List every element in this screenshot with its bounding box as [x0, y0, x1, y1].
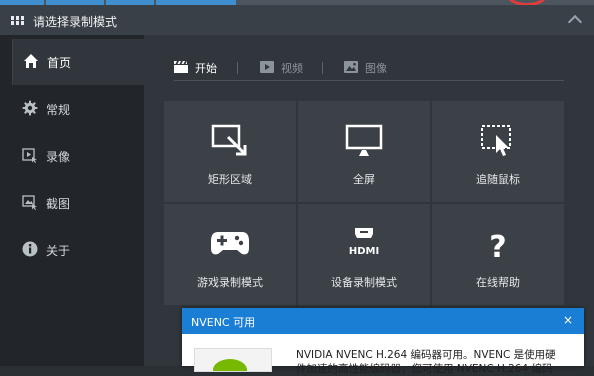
mode-label: 矩形区域 — [208, 173, 252, 186]
mode-tile-game[interactable]: 游戏录制模式 — [164, 204, 296, 305]
monitor-icon — [345, 124, 383, 156]
follow-mouse-icon — [481, 125, 511, 156]
clapperboard-icon — [174, 61, 188, 73]
gear-icon — [22, 100, 38, 116]
sidebar-item-home[interactable]: 首页 — [12, 39, 145, 85]
sidebar-item-recording[interactable]: 录像 — [0, 133, 144, 179]
mode-label: 设备录制模式 — [331, 276, 397, 289]
sidebar-item-label: 常规 — [46, 103, 71, 117]
nvenc-dialog: NVENC 可用 × NVIDIA NVENC H.264 编码器可用。NVEN… — [182, 308, 584, 375]
tab-image[interactable]: 图像 — [344, 59, 404, 77]
mode-label: 追随鼠标 — [476, 173, 520, 186]
tab-bar: 开始 视频 图像 — [174, 59, 564, 81]
tab-start[interactable]: 开始 — [174, 59, 234, 77]
sidebar-item-label: 首页 — [47, 56, 72, 70]
screenshot-icon — [22, 195, 37, 210]
svg-text:HDMI: HDMI — [349, 246, 379, 257]
mode-panel-titlebar: 请选择录制模式 — [0, 5, 594, 35]
mode-tile-device[interactable]: HDMI 设备录制模式 — [298, 204, 430, 305]
tab-video[interactable]: 视频 — [260, 59, 320, 77]
home-icon — [24, 54, 38, 68]
tab-separator — [237, 62, 238, 74]
tab-label: 视频 — [281, 62, 303, 75]
sidebar-item-label: 录像 — [46, 150, 71, 164]
sidebar-item-general[interactable]: 常规 — [0, 86, 144, 132]
dialog-message: NVIDIA NVENC H.264 编码器可用。NVENC 是使用硬 件加速的… — [296, 348, 576, 376]
grid-icon — [11, 16, 24, 26]
tab-separator — [322, 62, 323, 74]
close-icon[interactable]: × — [563, 313, 573, 327]
sidebar-item-label: 关于 — [46, 244, 71, 258]
dialog-message-line: 件加速的高性能编码器，您可使用 NVENC H.264 编码 — [296, 363, 553, 375]
sidebar-item-screenshot[interactable]: 截图 — [0, 180, 144, 226]
mode-tile-help[interactable]: ? 在线帮助 — [432, 204, 564, 305]
chevron-up-icon[interactable] — [567, 14, 583, 30]
dialog-title: NVENC 可用 — [191, 316, 256, 329]
mode-label: 全屏 — [353, 173, 375, 186]
dialog-header: NVENC 可用 × — [182, 308, 584, 334]
gamepad-icon — [211, 232, 249, 255]
hdmi-icon: HDMI — [349, 228, 379, 257]
video-record-icon — [22, 148, 37, 163]
panel-title: 请选择录制模式 — [33, 15, 118, 29]
tab-label: 图像 — [365, 62, 387, 75]
image-icon — [344, 61, 358, 73]
help-icon: ? — [489, 230, 506, 262]
mode-tile-rectangle[interactable]: 矩形区域 — [164, 101, 296, 202]
sidebar: 首页 常规 录像 截图 关于 — [0, 35, 145, 366]
rectangle-area-icon — [211, 124, 247, 156]
dialog-message-line: NVIDIA NVENC H.264 编码器可用。NVENC 是使用硬 — [296, 349, 556, 361]
mode-label: 游戏录制模式 — [197, 276, 263, 289]
mode-tile-fullscreen[interactable]: 全屏 — [298, 101, 430, 202]
mode-label: 在线帮助 — [476, 276, 520, 289]
info-icon — [22, 241, 38, 257]
svg-text:?: ? — [489, 230, 506, 262]
tab-underline — [174, 80, 564, 81]
play-icon — [260, 61, 274, 73]
tab-label: 开始 — [195, 62, 217, 75]
nvidia-logo — [194, 348, 272, 372]
mode-tile-follow-mouse[interactable]: 追随鼠标 — [432, 101, 564, 202]
sidebar-item-label: 截图 — [46, 197, 71, 211]
sidebar-item-about[interactable]: 关于 — [0, 227, 144, 273]
